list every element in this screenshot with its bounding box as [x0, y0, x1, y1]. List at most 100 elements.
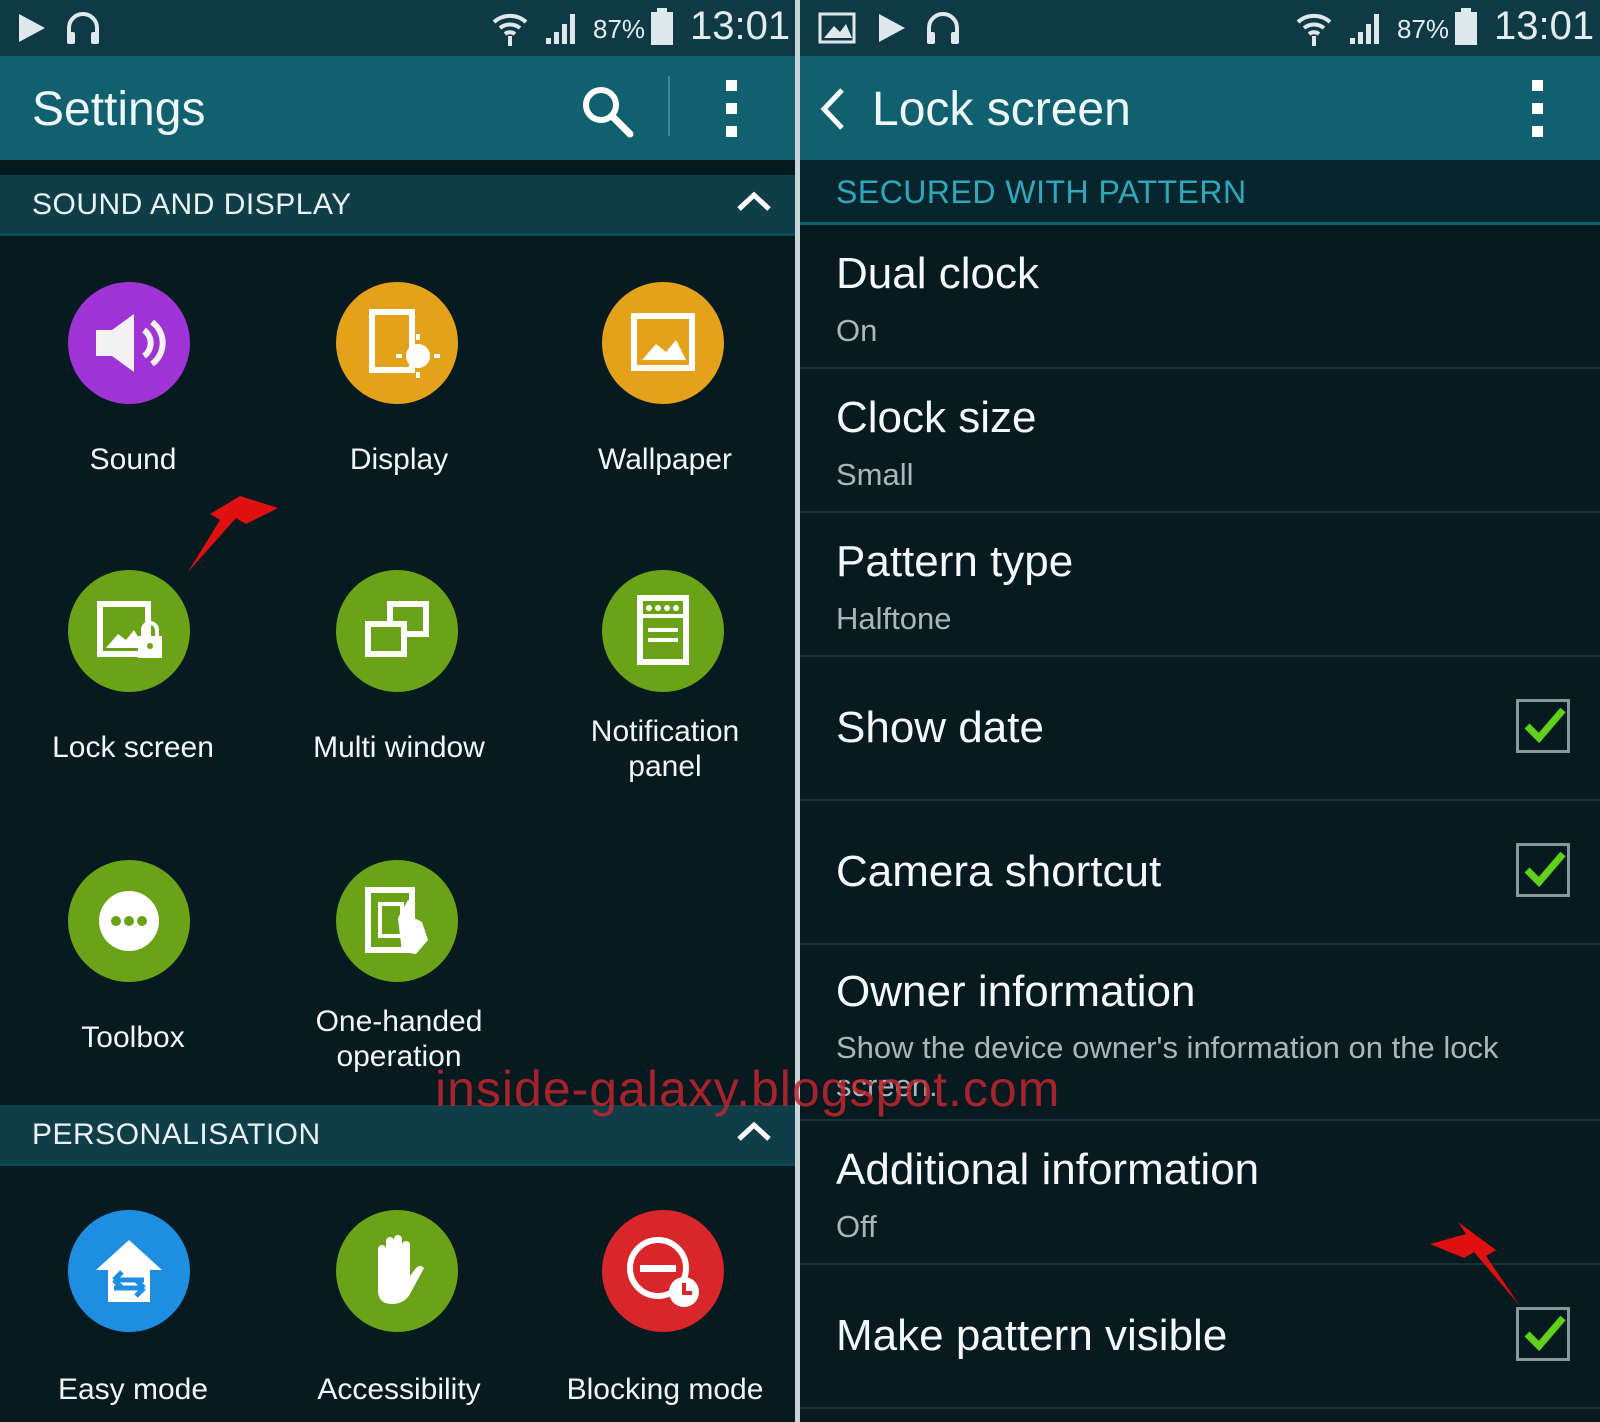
battery-icon	[1455, 8, 1477, 45]
checkmark-icon	[1524, 1315, 1566, 1352]
wifi-icon	[1296, 13, 1332, 46]
tile-easy-mode[interactable]: Easy mode	[0, 1206, 266, 1422]
sound-circle	[68, 282, 190, 404]
section-title: SECURED WITH PATTERN	[836, 174, 1247, 210]
show-date-checkbox[interactable]	[1516, 699, 1570, 753]
signal-icon	[546, 14, 575, 44]
setting-title: Dual clock	[836, 249, 1039, 298]
battery-icon	[651, 8, 673, 45]
lock-screen-icon	[97, 601, 162, 658]
easy-mode-icon	[96, 1240, 162, 1302]
make-pattern-visible-checkbox[interactable]	[1516, 1307, 1570, 1361]
battery-percent: 87%	[1397, 14, 1450, 44]
tile-toolbox[interactable]: Toolbox	[0, 856, 266, 1076]
section-title: PERSONALISATION	[32, 1118, 321, 1151]
watermark: inside-galaxy.blogspot.com	[435, 1061, 1061, 1117]
chevron-up-icon[interactable]	[735, 1119, 773, 1143]
tile-display[interactable]: Display	[266, 278, 532, 498]
tile-label: Wallpaper	[598, 443, 732, 476]
pointer-arrow-annotation	[188, 490, 278, 572]
one-handed-icon	[365, 887, 428, 954]
tile-notification-panel[interactable]: Notification panel	[532, 566, 795, 806]
blocking-mode-circle	[602, 1210, 724, 1332]
page-title: Lock screen	[872, 83, 1131, 136]
tile-accessibility[interactable]: Accessibility	[266, 1206, 532, 1422]
tile-multi-window[interactable]: Multi window	[266, 566, 532, 786]
tile-label: Lock screen	[52, 731, 214, 764]
setting-summary: On	[836, 313, 878, 348]
tile-one-handed-operation[interactable]: One-handed operation	[266, 856, 532, 1086]
section-title: SOUND AND DISPLAY	[32, 188, 352, 221]
setting-dual-clock[interactable]: Dual clock On	[800, 225, 1600, 369]
setting-title: Make pattern visible	[836, 1311, 1228, 1360]
overflow-menu-icon[interactable]	[1528, 78, 1548, 140]
checkmark-icon	[1524, 707, 1566, 744]
section-sound-and-display[interactable]: SOUND AND DISPLAY	[0, 175, 795, 236]
appbar-divider	[668, 76, 670, 136]
setting-title: Additional information	[836, 1145, 1260, 1194]
tile-label: Multi window	[313, 731, 485, 764]
tile-label: Easy mode	[57, 1373, 209, 1406]
app-bar: Lock screen	[800, 56, 1600, 160]
setting-clock-size[interactable]: Clock size Small	[800, 369, 1600, 513]
tile-blocking-mode[interactable]: Blocking mode	[532, 1206, 795, 1422]
status-bar: 87% 13:01	[800, 0, 1600, 56]
setting-show-date[interactable]: Show date	[800, 657, 1600, 801]
signal-icon	[1350, 14, 1379, 44]
one-handed-circle	[336, 860, 458, 982]
wifi-icon	[492, 13, 528, 46]
tile-label: Notification panel	[590, 715, 740, 783]
setting-title: Camera shortcut	[836, 847, 1162, 896]
play-icon	[19, 14, 45, 42]
settings-screen: 87% 13:01 Settings SOUND AND DISPLAY Sou…	[0, 0, 795, 1422]
tile-sound[interactable]: Sound	[0, 278, 266, 498]
multi-window-circle	[336, 570, 458, 692]
status-bar: 87% 13:01	[0, 0, 795, 56]
toolbox-icon	[99, 891, 159, 951]
lock-screen-circle	[68, 570, 190, 692]
tile-wallpaper[interactable]: Wallpaper	[532, 278, 795, 498]
tile-label: Display	[349, 443, 449, 476]
accessibility-circle	[336, 1210, 458, 1332]
wallpaper-circle	[602, 282, 724, 404]
clock-time: 13:01	[690, 4, 791, 48]
pointer-arrow-annotation	[1430, 1222, 1520, 1306]
page-title: Settings	[32, 83, 206, 136]
headphones-icon	[67, 12, 99, 44]
toolbox-circle	[68, 860, 190, 982]
setting-camera-shortcut[interactable]: Camera shortcut	[800, 801, 1600, 945]
tile-label: Blocking mode	[566, 1373, 764, 1406]
chevron-up-icon[interactable]	[735, 189, 773, 213]
setting-summary: Off	[836, 1209, 877, 1244]
headphones-icon	[927, 12, 959, 44]
speaker-icon	[96, 314, 166, 372]
search-icon[interactable]	[580, 84, 634, 138]
app-bar: Settings	[0, 56, 795, 160]
notification-panel-icon	[637, 595, 689, 665]
blocking-mode-icon	[627, 1237, 699, 1307]
easy-mode-circle	[68, 1210, 190, 1332]
notification-panel-circle	[602, 570, 724, 692]
gallery-icon	[818, 12, 856, 44]
display-circle	[336, 282, 458, 404]
setting-pattern-type[interactable]: Pattern type Halftone	[800, 513, 1600, 657]
play-icon	[879, 14, 905, 42]
tile-lock-screen[interactable]: Lock screen	[0, 566, 266, 786]
back-chevron-icon[interactable]	[818, 86, 848, 132]
tile-label: Accessibility	[317, 1373, 481, 1406]
clock-time: 13:01	[1494, 4, 1595, 48]
tile-label: Sound	[89, 443, 177, 476]
multi-window-icon	[365, 601, 429, 657]
setting-summary: Halftone	[836, 601, 952, 636]
setting-summary: Small	[836, 457, 914, 492]
setting-title: Pattern type	[836, 537, 1074, 586]
overflow-menu-icon[interactable]	[722, 78, 742, 140]
camera-shortcut-checkbox[interactable]	[1516, 843, 1570, 897]
lock-screen-settings: 87% 13:01 Lock screen SECURED WITH PATTE…	[800, 0, 1600, 1422]
checkmark-icon	[1524, 851, 1566, 888]
setting-title: Owner information	[836, 967, 1196, 1016]
battery-percent: 87%	[593, 14, 646, 44]
section-header-secured-with-pattern: SECURED WITH PATTERN	[800, 160, 1600, 225]
display-brightness-icon	[369, 309, 440, 378]
wallpaper-icon	[631, 313, 695, 371]
